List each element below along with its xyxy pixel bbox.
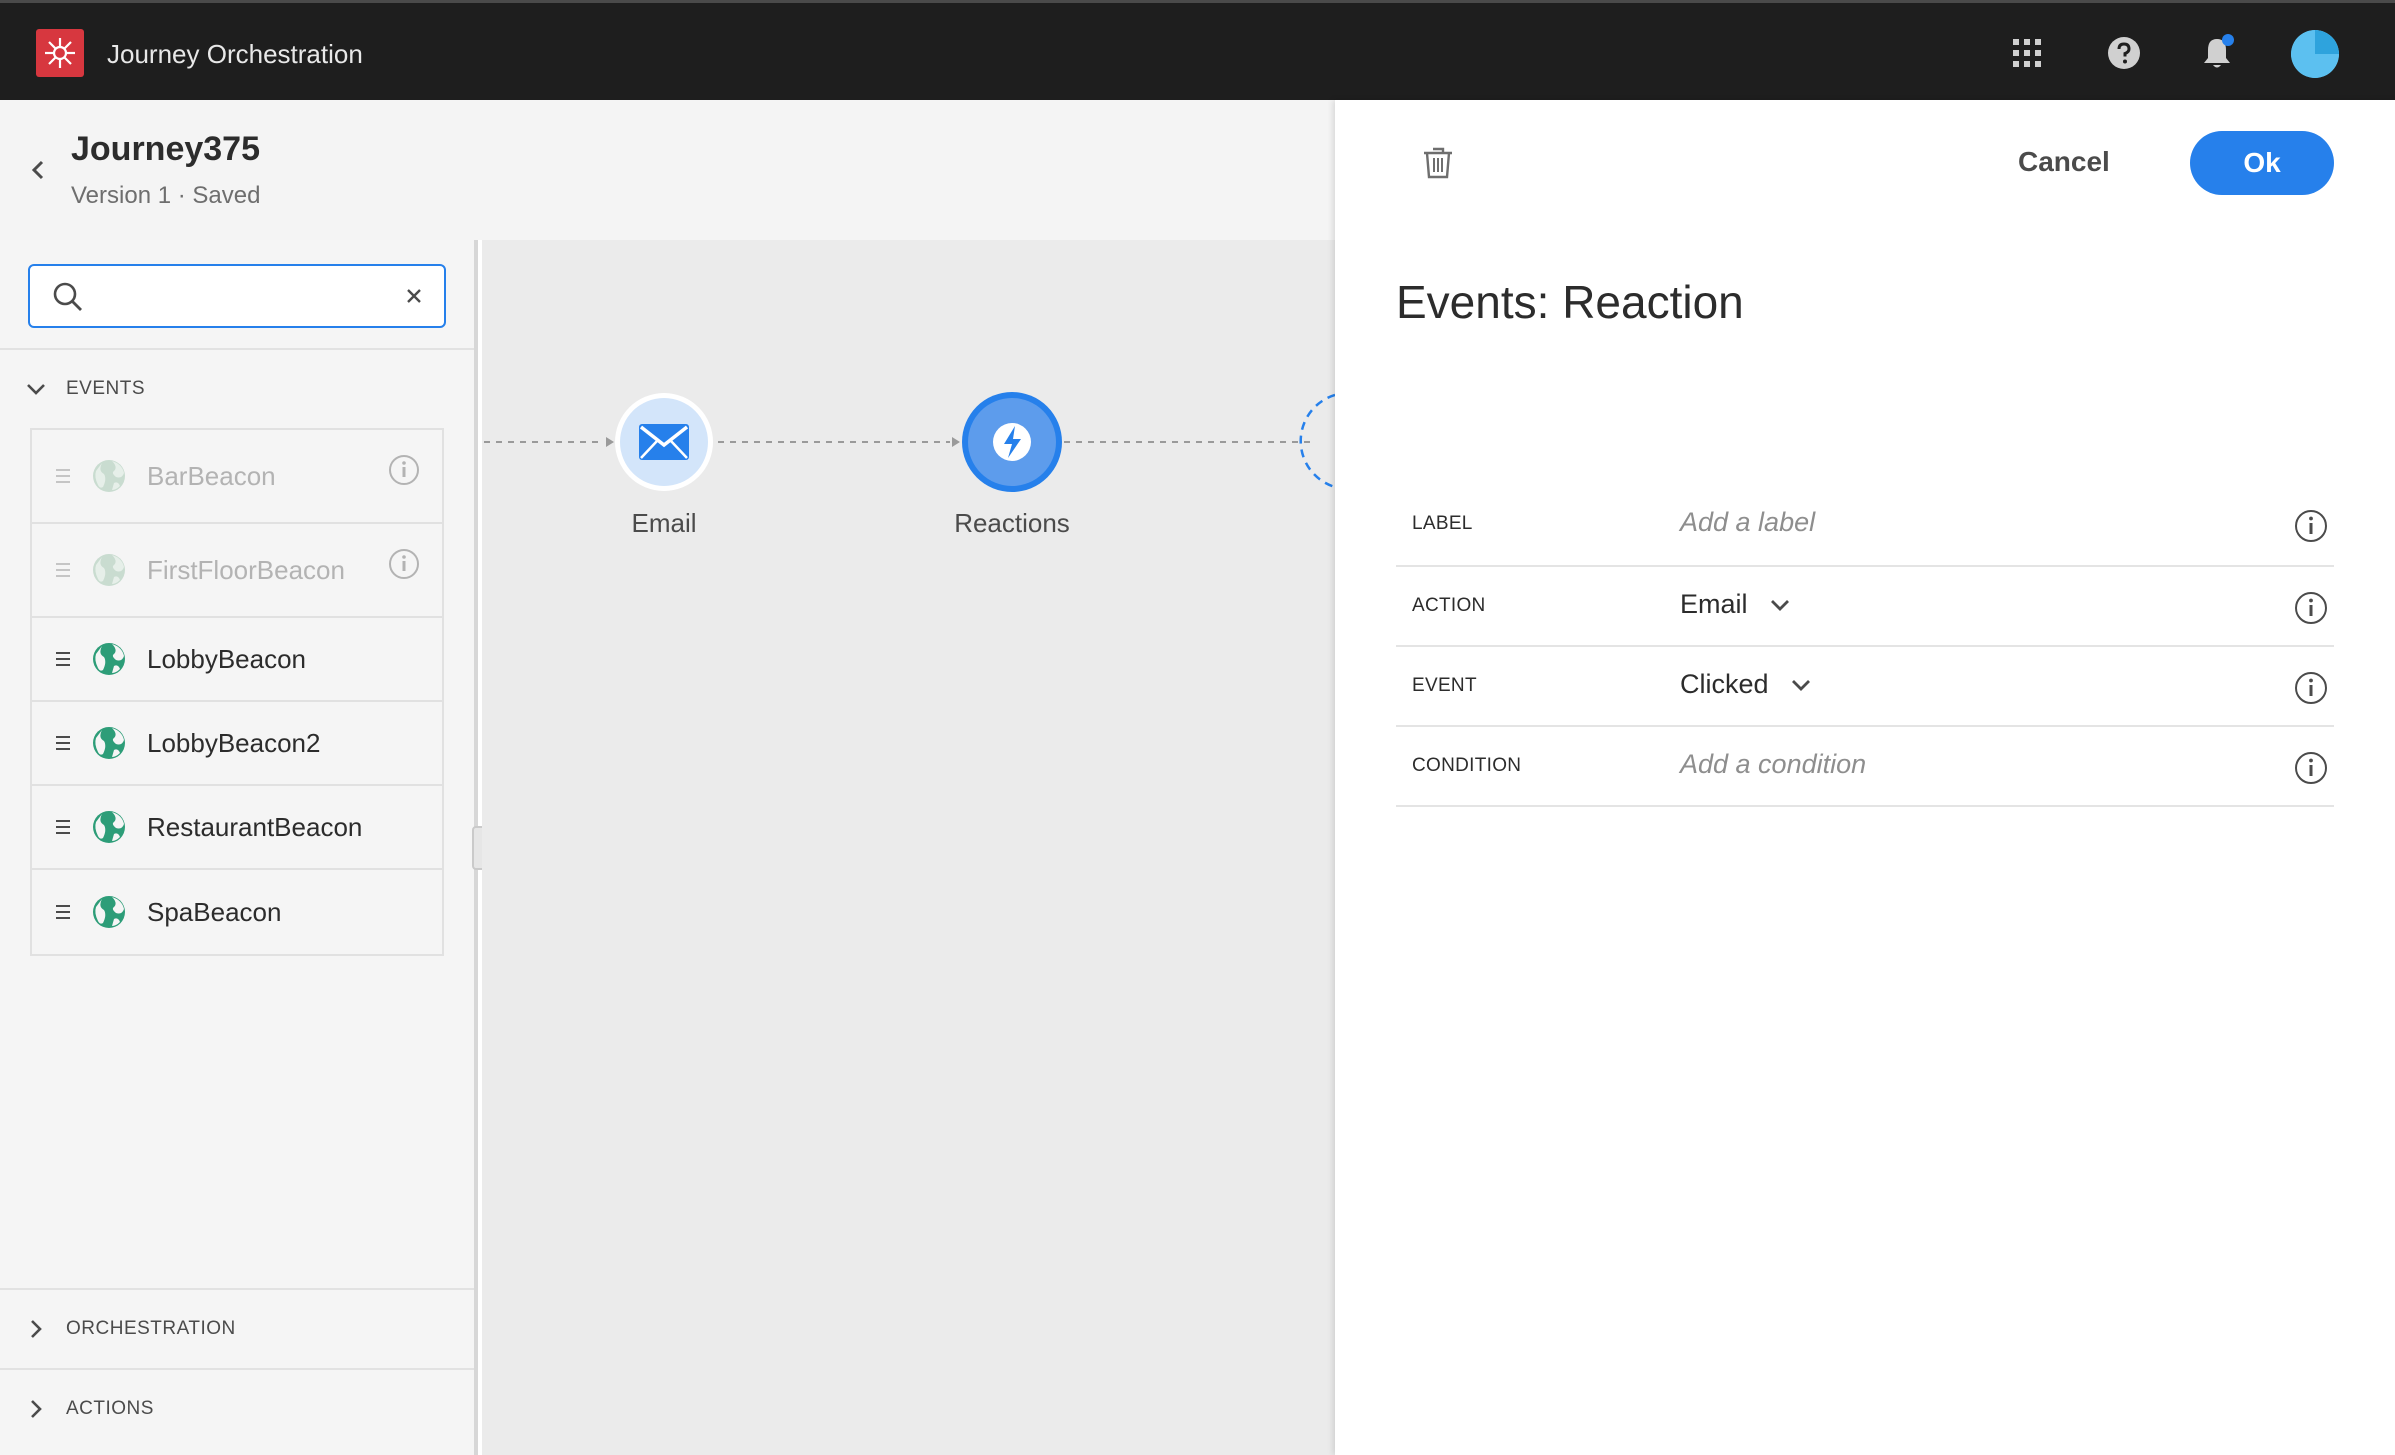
event-item-barbeacon[interactable]: BarBeacon: [32, 430, 442, 524]
properties-panel: Cancel Ok Events: Reaction LABEL Add a l…: [1335, 100, 2395, 1455]
app-title: Journey Orchestration: [107, 39, 363, 69]
event-label: RestaurantBeacon: [147, 811, 363, 842]
palette-sidebar: EVENTS BarBeacon FirstFloorBeacon LobbyB…: [0, 240, 478, 1455]
property-row-label: LABEL Add a label: [1396, 485, 2334, 565]
connector-arrow: [606, 437, 614, 447]
chevron-right-icon: [26, 1319, 46, 1339]
condition-placeholder: Add a condition: [1680, 749, 1867, 779]
property-key: CONDITION: [1412, 755, 1522, 776]
globe-icon: [93, 554, 125, 586]
back-chevron-icon[interactable]: [26, 158, 50, 182]
reactions-node[interactable]: [962, 392, 1062, 492]
event-item-lobbybeacon2[interactable]: LobbyBeacon2: [32, 702, 442, 786]
info-icon[interactable]: [2294, 751, 2328, 785]
event-list: BarBeacon FirstFloorBeacon LobbyBeacon L…: [30, 428, 444, 956]
event-item-spabeacon[interactable]: SpaBeacon: [32, 870, 442, 954]
event-label: FirstFloorBeacon: [147, 554, 345, 585]
info-icon[interactable]: [2294, 671, 2328, 705]
drag-handle-icon[interactable]: [56, 820, 70, 834]
event-item-restaurantbeacon[interactable]: RestaurantBeacon: [32, 786, 442, 870]
info-icon[interactable]: [2294, 509, 2328, 543]
drag-handle-icon[interactable]: [56, 469, 70, 483]
property-row-condition: CONDITION Add a condition: [1396, 725, 2334, 805]
properties-table: LABEL Add a label ACTION Email EVENT Cli…: [1396, 485, 2334, 807]
email-node[interactable]: [615, 393, 713, 491]
chevron-down-icon: [1791, 674, 1813, 696]
drag-handle-icon[interactable]: [56, 905, 70, 919]
journey-version-status: Version 1 · Saved: [71, 182, 261, 209]
info-icon[interactable]: [388, 454, 420, 486]
app-switcher-grid-icon[interactable]: [2007, 33, 2047, 73]
search-icon: [52, 281, 84, 318]
divider: [0, 1368, 474, 1370]
drag-handle-icon[interactable]: [56, 736, 70, 750]
property-row-action: ACTION Email: [1396, 565, 2334, 645]
event-item-firstfloorbeacon[interactable]: FirstFloorBeacon: [32, 524, 442, 618]
orchestration-section-toggle[interactable]: ORCHESTRATION: [26, 1318, 236, 1340]
events-section-toggle[interactable]: EVENTS: [26, 378, 145, 400]
ok-button[interactable]: Ok: [2190, 131, 2334, 195]
chevron-down-icon: [1770, 594, 1792, 616]
globe-icon: [93, 896, 125, 928]
user-avatar[interactable]: [2291, 30, 2339, 78]
journey-header: Journey375 Version 1 · Saved: [0, 100, 1335, 240]
globe-icon: [93, 643, 125, 675]
property-key: ACTION: [1412, 595, 1486, 616]
event-item-lobbybeacon[interactable]: LobbyBeacon: [32, 618, 442, 702]
panel-title: Events: Reaction: [1396, 276, 1744, 328]
property-key: EVENT: [1412, 675, 1477, 696]
canvas-graph: [484, 392, 1335, 492]
orchestration-section-label: ORCHESTRATION: [66, 1318, 236, 1339]
notifications-bell-icon[interactable]: [2197, 33, 2237, 73]
globe-icon: [93, 727, 125, 759]
app-logo-icon[interactable]: [36, 29, 84, 77]
journey-title: Journey375: [71, 130, 260, 168]
info-icon[interactable]: [2294, 591, 2328, 625]
event-dropdown[interactable]: Clicked: [1680, 669, 1813, 700]
info-icon[interactable]: [388, 548, 420, 580]
search-input[interactable]: [28, 264, 446, 328]
clear-search-icon[interactable]: [402, 284, 426, 313]
divider: [0, 348, 474, 350]
top-bar: Journey Orchestration: [0, 0, 2395, 100]
actions-section-toggle[interactable]: ACTIONS: [26, 1398, 154, 1420]
mail-icon: [639, 424, 689, 460]
globe-icon: [93, 460, 125, 492]
lightning-icon: [993, 423, 1031, 461]
reactions-node-label: Reactions: [954, 508, 1070, 538]
action-selected-value: Email: [1680, 589, 1748, 619]
event-label: SpaBeacon: [147, 896, 282, 927]
drag-handle-icon[interactable]: [56, 563, 70, 577]
events-section-label: EVENTS: [66, 378, 146, 399]
event-selected-value: Clicked: [1680, 669, 1769, 699]
condition-input[interactable]: Add a condition: [1680, 749, 1866, 780]
property-key: LABEL: [1412, 513, 1473, 534]
label-input[interactable]: Add a label: [1680, 507, 1815, 538]
connector-arrow: [952, 437, 960, 447]
chevron-right-icon: [26, 1399, 46, 1419]
journey-canvas[interactable]: Email Reactions: [482, 240, 1335, 1455]
chevron-down-icon: [26, 379, 46, 399]
property-row-event: EVENT Clicked: [1396, 645, 2334, 725]
email-node-label: Email: [631, 508, 697, 538]
cancel-button[interactable]: Cancel: [2018, 146, 2110, 178]
action-dropdown[interactable]: Email: [1680, 589, 1792, 620]
event-label: LobbyBeacon: [147, 643, 307, 674]
event-label: LobbyBeacon2: [147, 727, 321, 758]
trash-icon[interactable]: [1420, 144, 1456, 180]
globe-icon: [93, 811, 125, 843]
label-placeholder: Add a label: [1680, 507, 1816, 537]
drag-handle-icon[interactable]: [56, 652, 70, 666]
divider: [0, 1288, 474, 1290]
actions-section-label: ACTIONS: [66, 1398, 154, 1419]
help-icon[interactable]: [2104, 33, 2144, 73]
event-label: BarBeacon: [147, 460, 276, 491]
